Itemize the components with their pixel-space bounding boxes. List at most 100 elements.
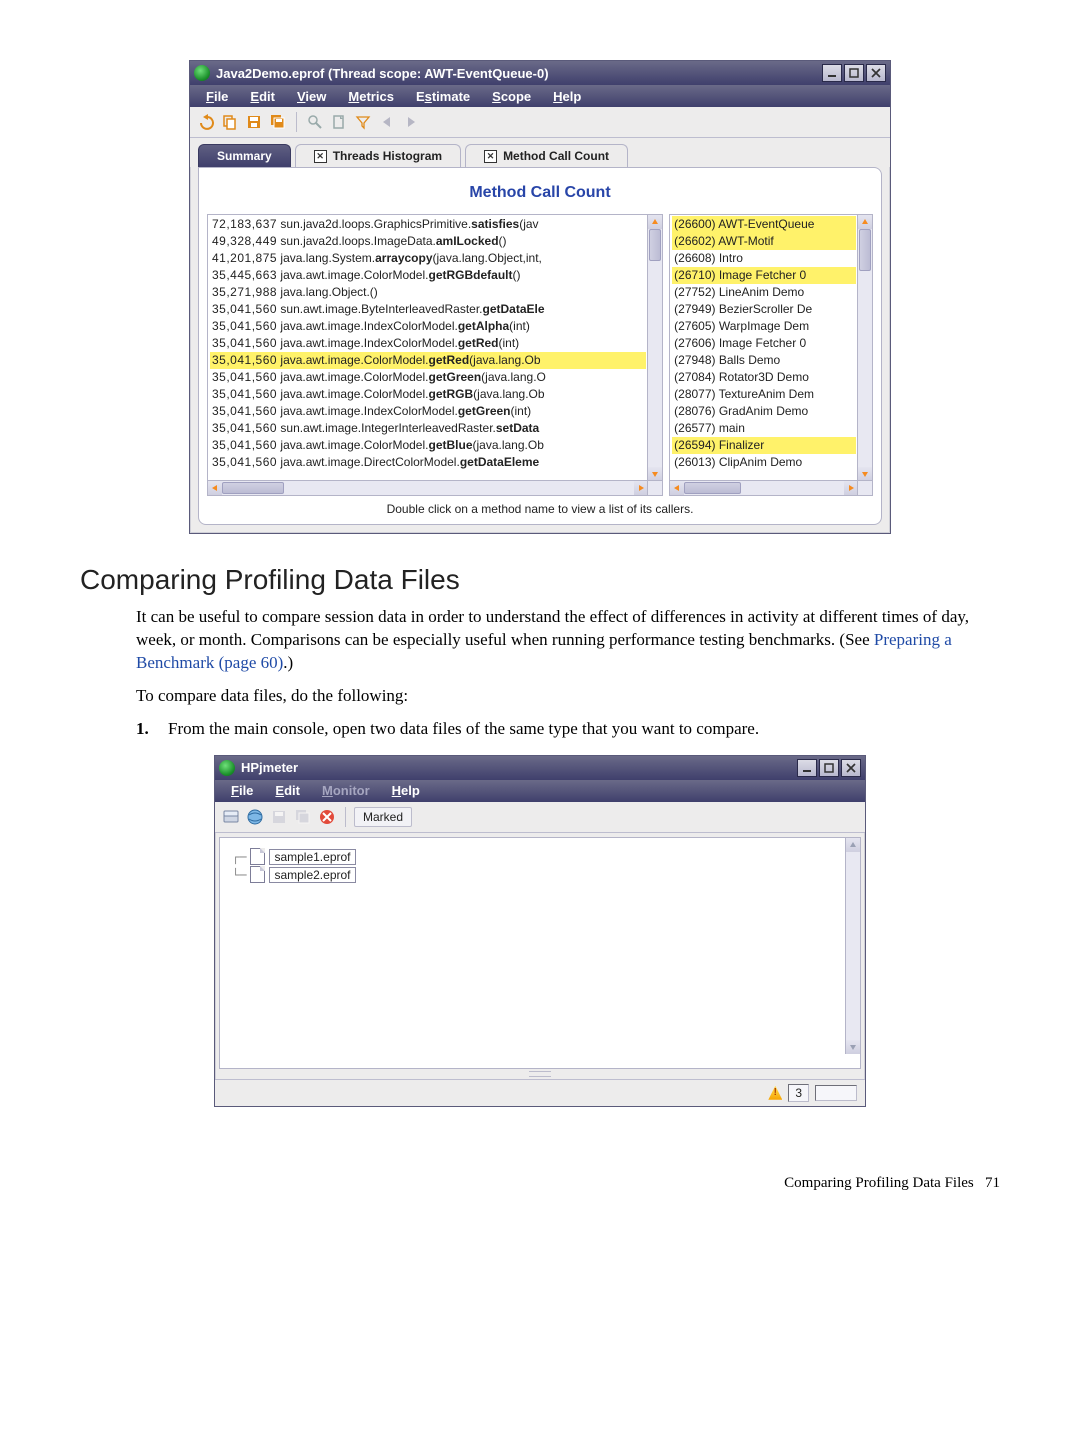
vertical-scrollbar[interactable] <box>857 215 872 481</box>
tab-method-call-count[interactable]: ✕Method Call Count <box>465 144 628 167</box>
table-row[interactable]: (26013) ClipAnim Demo <box>672 454 856 471</box>
thread-list-body[interactable]: (26600) AWT-EventQueue(26602) AWT-Motif(… <box>670 215 858 481</box>
filter-icon[interactable] <box>353 112 373 132</box>
menu-edit[interactable]: Edit <box>265 781 310 800</box>
table-row[interactable]: 35,041,560 sun.awt.image.IntegerInterlea… <box>210 420 646 437</box>
table-row[interactable]: (26594) Finalizer <box>672 437 856 454</box>
globe-icon[interactable] <box>245 807 265 827</box>
table-row[interactable]: 35,041,560 java.awt.image.IndexColorMode… <box>210 335 646 352</box>
table-row[interactable]: (27084) Rotator3D Demo <box>672 369 856 386</box>
scroll-thumb[interactable] <box>649 229 661 261</box>
table-row[interactable]: (26577) main <box>672 420 856 437</box>
delete-icon[interactable] <box>317 807 337 827</box>
thread-entry: (27605) WarpImage Dem <box>674 319 809 333</box>
table-row[interactable]: (26600) AWT-EventQueue <box>672 216 856 233</box>
document-icon[interactable] <box>329 112 349 132</box>
scroll-down-icon[interactable] <box>846 1040 860 1054</box>
method-list-body[interactable]: 72,183,637 sun.java2d.loops.GraphicsPrim… <box>208 215 648 481</box>
table-row[interactable]: 35,041,560 java.awt.image.ColorModel.get… <box>210 352 646 369</box>
table-row[interactable]: 35,041,560 sun.awt.image.ByteInterleaved… <box>210 301 646 318</box>
scroll-right-icon[interactable] <box>844 481 858 495</box>
scroll-down-icon[interactable] <box>858 467 872 481</box>
scroll-down-icon[interactable] <box>648 467 662 481</box>
saveall-icon[interactable] <box>268 112 288 132</box>
file-list[interactable]: ┌─ sample1.eprof └─ sample2.eprof <box>219 837 861 1069</box>
table-row[interactable]: (26710) Image Fetcher 0 <box>672 267 856 284</box>
scroll-left-icon[interactable] <box>670 481 684 495</box>
table-row[interactable]: (28076) GradAnim Demo <box>672 403 856 420</box>
table-row[interactable]: 41,201,875 java.lang.System.arraycopy(ja… <box>210 250 646 267</box>
table-row[interactable]: (26602) AWT-Motif <box>672 233 856 250</box>
resize-grip[interactable] <box>529 1071 551 1077</box>
close-tab-icon[interactable]: ✕ <box>314 150 327 163</box>
table-row[interactable]: 35,445,663 java.awt.image.ColorModel.get… <box>210 267 646 284</box>
scroll-thumb[interactable] <box>222 482 284 494</box>
close-tab-icon[interactable]: ✕ <box>484 150 497 163</box>
tab-summary[interactable]: Summary <box>198 144 291 167</box>
menu-help[interactable]: Help <box>382 781 430 800</box>
vertical-scrollbar[interactable] <box>647 215 662 481</box>
maximize-button[interactable] <box>844 64 864 82</box>
scroll-up-icon[interactable] <box>846 838 860 852</box>
menu-view[interactable]: View <box>287 87 336 106</box>
menu-file[interactable]: File <box>196 87 238 106</box>
table-row[interactable]: (27752) LineAnim Demo <box>672 284 856 301</box>
zoom-icon[interactable] <box>305 112 325 132</box>
table-row[interactable]: 35,041,560 java.awt.image.ColorModel.get… <box>210 369 646 386</box>
minimize-button[interactable] <box>822 64 842 82</box>
list-item[interactable]: ┌─ sample1.eprof <box>232 848 834 866</box>
scroll-up-icon[interactable] <box>858 215 872 229</box>
vertical-scrollbar[interactable] <box>845 838 860 1054</box>
scroll-right-icon[interactable] <box>634 481 648 495</box>
menu-edit[interactable]: Edit <box>240 87 285 106</box>
step-text: From the main console, open two data fil… <box>168 718 759 741</box>
section-body: It can be useful to compare session data… <box>136 606 1000 741</box>
file-name: sample2.eprof <box>269 867 355 883</box>
method-list[interactable]: 72,183,637 sun.java2d.loops.GraphicsPrim… <box>207 214 663 496</box>
titlebar[interactable]: HPjmeter <box>215 756 865 780</box>
table-row[interactable]: 35,041,560 java.awt.image.IndexColorMode… <box>210 318 646 335</box>
tab-threads-histogram[interactable]: ✕Threads Histogram <box>295 144 461 167</box>
menu-file[interactable]: File <box>221 781 263 800</box>
close-button[interactable] <box>866 64 886 82</box>
table-row[interactable]: 35,271,988 java.lang.Object.() <box>210 284 646 301</box>
back-arrow-icon[interactable] <box>377 112 397 132</box>
table-row[interactable]: 49,328,449 sun.java2d.loops.ImageData.am… <box>210 233 646 250</box>
table-row[interactable]: (27606) Image Fetcher 0 <box>672 335 856 352</box>
maximize-button[interactable] <box>819 759 839 777</box>
table-row[interactable]: (28077) TextureAnim Dem <box>672 386 856 403</box>
scroll-up-icon[interactable] <box>648 215 662 229</box>
scroll-thumb[interactable] <box>859 229 871 271</box>
saveall-icon[interactable] <box>293 807 313 827</box>
horizontal-scrollbar[interactable] <box>208 480 648 495</box>
menu-help[interactable]: Help <box>543 87 591 106</box>
disk-icon[interactable] <box>221 807 241 827</box>
horizontal-scrollbar[interactable] <box>670 480 858 495</box>
table-row[interactable]: 35,041,560 java.awt.image.ColorModel.get… <box>210 437 646 454</box>
close-button[interactable] <box>841 759 861 777</box>
menu-metrics[interactable]: Metrics <box>338 87 404 106</box>
minimize-button[interactable] <box>797 759 817 777</box>
scroll-thumb[interactable] <box>684 482 741 494</box>
list-item[interactable]: └─ sample2.eprof <box>232 866 834 884</box>
scroll-left-icon[interactable] <box>208 481 222 495</box>
titlebar[interactable]: Java2Demo.eprof (Thread scope: AWT-Event… <box>190 61 890 85</box>
save-icon[interactable] <box>244 112 264 132</box>
table-row[interactable]: (27948) Balls Demo <box>672 352 856 369</box>
table-row[interactable]: (27949) BezierScroller De <box>672 301 856 318</box>
table-row[interactable]: (27605) WarpImage Dem <box>672 318 856 335</box>
table-row[interactable]: 35,041,560 java.awt.image.ColorModel.get… <box>210 386 646 403</box>
table-row[interactable]: 35,041,560 java.awt.image.IndexColorMode… <box>210 403 646 420</box>
menu-scope[interactable]: Scope <box>482 87 541 106</box>
save-icon[interactable] <box>269 807 289 827</box>
thread-list[interactable]: (26600) AWT-EventQueue(26602) AWT-Motif(… <box>669 214 873 496</box>
file-list-body[interactable]: ┌─ sample1.eprof └─ sample2.eprof <box>220 838 846 1068</box>
table-row[interactable]: (26608) Intro <box>672 250 856 267</box>
table-row[interactable]: 35,041,560 java.awt.image.DirectColorMod… <box>210 454 646 471</box>
copy-icon[interactable] <box>220 112 240 132</box>
forward-arrow-icon[interactable] <box>401 112 421 132</box>
menu-estimate[interactable]: Estimate <box>406 87 480 106</box>
table-row[interactable]: 72,183,637 sun.java2d.loops.GraphicsPrim… <box>210 216 646 233</box>
warning-icon[interactable] <box>768 1086 782 1100</box>
undo-icon[interactable] <box>196 112 216 132</box>
